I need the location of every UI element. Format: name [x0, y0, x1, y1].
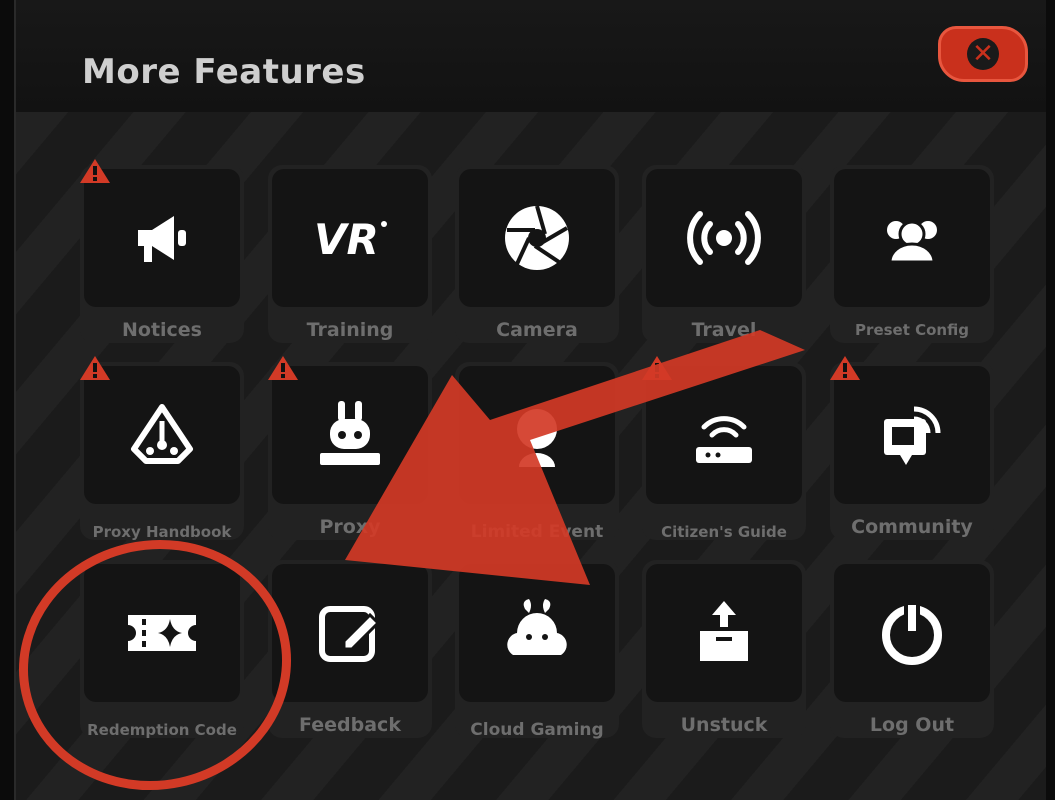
tile-proxy-handbook[interactable]: Proxy Handbook	[80, 356, 244, 541]
tile-preset-config[interactable]: Preset Config	[830, 165, 994, 343]
tile-label: Proxy	[319, 516, 381, 538]
svg-text:VR: VR	[314, 215, 379, 264]
tile-redemption-code[interactable]: Redemption Code	[80, 560, 244, 738]
event-icon	[517, 409, 557, 467]
tile-label: Cloud Gaming	[470, 720, 604, 740]
alert-badge-icon	[830, 356, 860, 380]
broadcast-icon	[687, 211, 761, 265]
tile-log-out[interactable]: Log Out	[830, 560, 994, 738]
tile-label: Training	[306, 319, 394, 341]
handbook-icon	[131, 404, 193, 464]
tile-cloud-gaming[interactable]: Cloud Gaming	[455, 560, 619, 740]
tile-limited-event[interactable]: Limited Event	[455, 362, 619, 542]
aperture-icon	[505, 205, 569, 270]
tile-label: Feedback	[299, 714, 401, 736]
tile-notices[interactable]: Notices	[80, 159, 244, 343]
tile-label: Limited Event	[470, 522, 604, 542]
box-up-icon	[700, 601, 748, 661]
cloud-icon	[507, 599, 567, 655]
edit-icon	[319, 606, 381, 662]
alert-badge-icon	[268, 356, 298, 380]
tile-label: Citizen's Guide	[661, 523, 787, 541]
alert-badge-icon	[80, 356, 110, 380]
tile-label: Log Out	[869, 714, 955, 736]
tile-citizens-guide[interactable]: Citizen's Guide	[642, 356, 806, 541]
tile-camera[interactable]: Camera	[455, 165, 619, 343]
alert-badge-icon	[80, 159, 110, 183]
power-icon	[882, 601, 942, 665]
tile-label: Travel	[691, 319, 757, 341]
tile-unstuck[interactable]: Unstuck	[642, 560, 806, 738]
tile-label: Preset Config	[855, 321, 969, 339]
tile-feedback[interactable]: Feedback	[268, 560, 432, 738]
tile-travel[interactable]: Travel	[642, 165, 806, 343]
tile-label: Notices	[121, 319, 202, 341]
tile-label: Community	[851, 516, 973, 538]
bangboo-icon	[320, 401, 380, 465]
tile-community[interactable]: Community	[830, 356, 994, 540]
panel-title: More Features	[82, 52, 366, 92]
close-icon: ✕	[967, 38, 999, 70]
tile-training[interactable]: VR Training	[268, 165, 432, 343]
router-icon	[696, 416, 752, 463]
tile-label: Unstuck	[680, 714, 768, 736]
vr-icon: VR	[314, 215, 387, 264]
alert-badge-icon	[642, 356, 672, 380]
close-button[interactable]: ✕	[938, 26, 1028, 82]
tile-label: Proxy Handbook	[92, 523, 232, 541]
ticket-icon	[128, 615, 196, 651]
tile-label: Redemption Code	[87, 721, 237, 739]
tile-label: Camera	[496, 319, 578, 341]
tile-proxy[interactable]: Proxy	[268, 356, 432, 540]
community-icon	[884, 406, 941, 465]
megaphone-icon	[138, 216, 186, 262]
people-icon	[887, 220, 937, 264]
